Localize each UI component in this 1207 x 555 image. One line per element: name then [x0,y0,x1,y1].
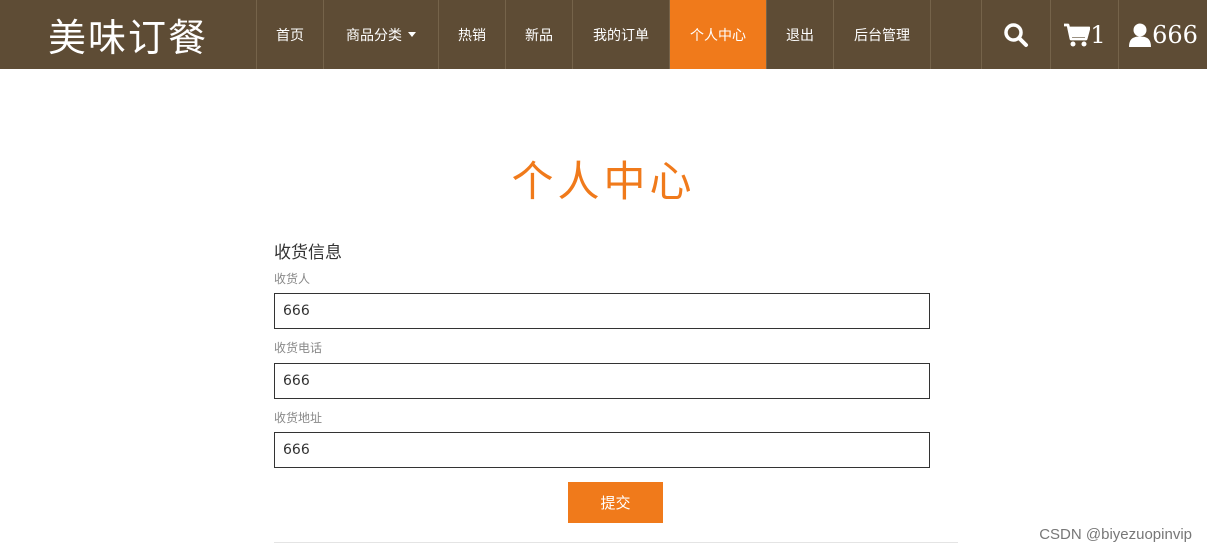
recipient-input[interactable] [274,293,930,329]
top-navbar: 美味订餐 首页 商品分类 热销 新品 我的订单 个人中心 退出 后台管理 1 6… [0,0,1207,69]
divider [274,542,958,543]
nav-item-categories[interactable]: 商品分类 [324,0,439,69]
address-label: 收货地址 [274,411,323,425]
nav-item-logout[interactable]: 退出 [767,0,834,69]
phone-input[interactable] [274,363,930,399]
section-title: 收货信息 [274,243,342,263]
nav-item-label: 商品分类 [346,27,402,44]
search-button[interactable] [981,0,1050,69]
nav-item-admin[interactable]: 后台管理 [834,0,931,69]
caret-down-icon [408,32,416,37]
address-input[interactable] [274,432,930,468]
user-name: 666 [1152,20,1198,49]
nav-item-label: 个人中心 [690,27,746,44]
nav-item-label: 我的订单 [593,27,649,44]
nav-item-profile[interactable]: 个人中心 [670,0,767,69]
nav-item-label: 退出 [786,27,814,44]
nav-item-label: 新品 [525,27,553,44]
watermark: CSDN @biyezuopinvip [1039,526,1192,543]
shopping-cart-icon [1064,23,1091,46]
user-profile-button[interactable]: 666 [1118,0,1207,69]
main-nav: 首页 商品分类 热销 新品 我的订单 个人中心 退出 后台管理 [257,0,931,69]
nav-item-label: 首页 [276,27,304,44]
cart-count: 1 [1090,20,1106,49]
nav-item-new[interactable]: 新品 [506,0,573,69]
nav-item-label: 热销 [458,27,486,44]
page-title: 个人中心 [511,157,696,206]
user-icon [1129,23,1152,47]
nav-actions: 1 666 [981,0,1207,69]
phone-label: 收货电话 [274,341,323,355]
brand-logo[interactable]: 美味订餐 [0,0,257,69]
nav-item-hot[interactable]: 热销 [439,0,506,69]
submit-button[interactable]: 提交 [568,482,663,523]
cart-button[interactable]: 1 [1050,0,1118,69]
nav-item-home[interactable]: 首页 [257,0,324,69]
search-icon [1004,22,1028,47]
recipient-label: 收货人 [274,272,311,286]
nav-item-label: 后台管理 [854,27,910,44]
nav-item-my-orders[interactable]: 我的订单 [573,0,670,69]
